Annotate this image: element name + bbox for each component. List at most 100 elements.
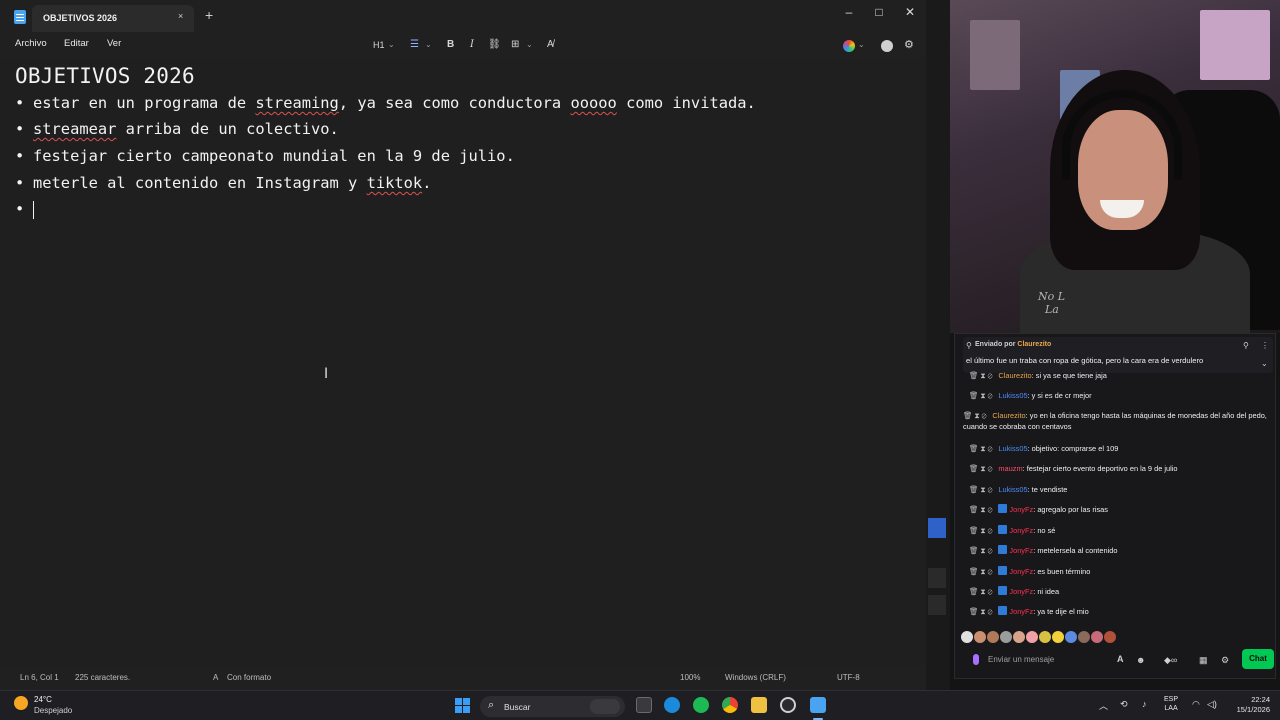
moderation-icons[interactable]: 🗑⧗⊘ xyxy=(969,546,994,555)
chrome-icon[interactable] xyxy=(722,697,738,713)
start-button[interactable] xyxy=(455,698,471,714)
chat-username[interactable]: JonyFz xyxy=(1009,567,1033,576)
line-ending[interactable]: Windows (CRLF) xyxy=(725,673,786,682)
chat-message[interactable]: 🗑⧗⊘ JonyFz: metelersela al contenido xyxy=(969,545,1269,556)
bullet-item[interactable]: • festejar cierto campeonato mundial en l… xyxy=(15,147,515,165)
chat-message-input[interactable]: Enviar un mensaje xyxy=(961,649,1135,671)
chat-username[interactable]: JonyFz xyxy=(1009,505,1033,514)
language-indicator[interactable]: ESP LAA xyxy=(1164,695,1178,713)
microphone-icon[interactable] xyxy=(973,654,979,665)
tray-overflow-chevron-icon[interactable]: ︿ xyxy=(1099,699,1108,712)
copilot-icon[interactable] xyxy=(843,40,855,52)
chat-message[interactable]: 🗑⧗⊘ Lukiss05: objetivo: comprarse el 109 xyxy=(969,443,1269,454)
moderation-icons[interactable]: 🗑⧗⊘ xyxy=(969,505,994,514)
emote-icon[interactable] xyxy=(1065,631,1077,643)
moderation-icons[interactable]: 🗑⧗⊘ xyxy=(969,485,994,494)
chat-message[interactable]: 🗑⧗⊘ JonyFz: es buen término xyxy=(969,566,1269,577)
moderation-icons[interactable]: 🗑⧗⊘ xyxy=(969,587,994,596)
emote-icon[interactable] xyxy=(1000,631,1012,643)
moderation-icons[interactable]: 🗑⧗⊘ xyxy=(969,444,994,453)
chat-username[interactable]: Lukiss05 xyxy=(998,444,1027,453)
chat-username[interactable]: JonyFz xyxy=(1009,607,1033,616)
moderation-icons[interactable]: 🗑⧗⊘ xyxy=(969,607,994,616)
system-clock[interactable]: 22:24 15/1/2026 xyxy=(1226,695,1270,715)
expand-chevron-icon[interactable]: ⌄ xyxy=(1261,359,1268,368)
menu-file[interactable]: Archivo xyxy=(15,38,47,49)
volume-icon[interactable]: ◁) xyxy=(1207,699,1217,710)
emote-bar[interactable] xyxy=(961,630,1271,644)
document-tab[interactable]: OBJETIVOS 2026 × xyxy=(32,5,194,32)
chat-settings-icon[interactable]: ⚙ xyxy=(1221,655,1229,666)
emote-icon[interactable] xyxy=(961,631,973,643)
chat-username[interactable]: JonyFz xyxy=(1009,587,1033,596)
bullet-item[interactable]: • estar en un programa de streaming, ya s… xyxy=(15,94,756,112)
chat-message[interactable]: 🗑⧗⊘ JonyFz: ya te dije el mio xyxy=(969,606,1269,617)
emote-icon[interactable] xyxy=(1026,631,1038,643)
chat-message[interactable]: 🗑⧗⊘ mauzm: festejar cierto evento deporti… xyxy=(969,463,1269,474)
chat-message[interactable]: 🗑⧗⊘ Claurezito: yo en la oficina tengo ha… xyxy=(963,410,1269,432)
format-mode[interactable]: Con formato xyxy=(227,673,271,682)
link-icon[interactable]: ⛓ xyxy=(488,37,501,53)
side-panel-button[interactable] xyxy=(928,595,946,615)
spotify-icon[interactable] xyxy=(693,697,709,713)
new-tab-button[interactable]: + xyxy=(205,8,213,22)
copilot-chevron-icon[interactable]: ⌄ xyxy=(858,37,865,53)
weather-condition[interactable]: Despejado xyxy=(34,706,72,715)
menu-view[interactable]: Ver xyxy=(107,38,121,49)
emote-icon[interactable] xyxy=(1013,631,1025,643)
close-window-button[interactable]: ✕ xyxy=(896,4,924,20)
chat-username[interactable]: Claurezito xyxy=(992,411,1025,420)
text-editor[interactable]: OBJETIVOS 2026 • estar en un programa de … xyxy=(0,58,926,666)
chat-username[interactable]: JonyFz xyxy=(1009,546,1033,555)
emote-icon[interactable] xyxy=(1078,631,1090,643)
italic-button[interactable]: I xyxy=(470,37,474,53)
moderation-icons[interactable]: 🗑⧗⊘ xyxy=(969,371,994,380)
emote-icon[interactable] xyxy=(1039,631,1051,643)
zoom-level[interactable]: 100% xyxy=(680,673,700,682)
bits-icon[interactable]: ◆∞ xyxy=(1164,655,1177,666)
chat-message[interactable]: 🗑⧗⊘ Claurezito: si ya se que tiene jaja xyxy=(969,370,1269,381)
empty-bullet-line[interactable]: • xyxy=(15,200,34,219)
file-explorer-icon[interactable] xyxy=(751,697,767,713)
microphone-tray-icon[interactable]: ♪ xyxy=(1142,699,1147,709)
chat-message[interactable]: 🗑⧗⊘ JonyFz: no sé xyxy=(969,525,1269,536)
bold-button[interactable]: B xyxy=(447,37,454,53)
heading-chevron-icon[interactable]: ⌄ xyxy=(388,37,395,53)
more-options-icon[interactable]: ⋮ xyxy=(1261,341,1269,350)
account-avatar-icon[interactable] xyxy=(881,40,893,52)
menu-edit[interactable]: Editar xyxy=(64,38,89,49)
minimize-button[interactable]: – xyxy=(835,4,863,20)
task-view-icon[interactable] xyxy=(636,697,652,713)
chat-message[interactable]: 🗑⧗⊘ JonyFz: agregalo por las risas xyxy=(969,504,1269,515)
sync-icon[interactable]: ⟲ xyxy=(1120,699,1128,710)
chat-send-button[interactable]: Chat xyxy=(1242,649,1274,669)
encoding[interactable]: UTF-8 xyxy=(837,673,860,682)
side-panel-button[interactable] xyxy=(928,518,946,538)
chat-username[interactable]: JonyFz xyxy=(1009,526,1033,535)
close-tab-icon[interactable]: × xyxy=(178,11,183,21)
clear-formatting-icon[interactable]: A̸ xyxy=(547,37,554,53)
pinned-message[interactable]: ⚲ Enviado por Claurezito ⚲ ⋮ el último f… xyxy=(963,337,1273,373)
bullet-item[interactable]: • streamear arriba de un colectivo. xyxy=(15,120,339,138)
moderation-icons[interactable]: 🗑⧗⊘ xyxy=(969,526,994,535)
list-chevron-icon[interactable]: ⌄ xyxy=(425,37,432,53)
moderation-icons[interactable]: 🗑⧗⊘ xyxy=(969,391,994,400)
table-icon[interactable]: ⊞ xyxy=(511,37,519,53)
unpin-icon[interactable]: ⚲ xyxy=(1243,341,1249,350)
settings-gear-icon[interactable]: ⚙ xyxy=(904,37,914,53)
chat-message[interactable]: 🗑⧗⊘ Lukiss05: y si es de cr mejor xyxy=(969,390,1269,401)
weather-icon[interactable] xyxy=(14,696,28,710)
maximize-button[interactable]: □ xyxy=(865,4,893,20)
edge-icon[interactable] xyxy=(664,697,680,713)
emote-icon[interactable] xyxy=(1052,631,1064,643)
emote-icon[interactable] xyxy=(987,631,999,643)
emote-icon[interactable] xyxy=(974,631,986,643)
taskbar-search[interactable]: ⌕ Buscar xyxy=(480,696,625,717)
chat-message[interactable]: 🗑⧗⊘ JonyFz: ni idea xyxy=(969,586,1269,597)
emoji-picker-icon[interactable]: ☻ xyxy=(1136,655,1145,665)
wifi-icon[interactable]: ◠ xyxy=(1192,699,1200,710)
notepad-taskbar-icon[interactable] xyxy=(810,697,826,713)
list-icon[interactable]: ☰ xyxy=(410,37,419,53)
moderation-icons[interactable]: 🗑⧗⊘ xyxy=(969,567,994,576)
bullet-item[interactable]: • meterle al contenido en Instagram y tik… xyxy=(15,174,431,192)
